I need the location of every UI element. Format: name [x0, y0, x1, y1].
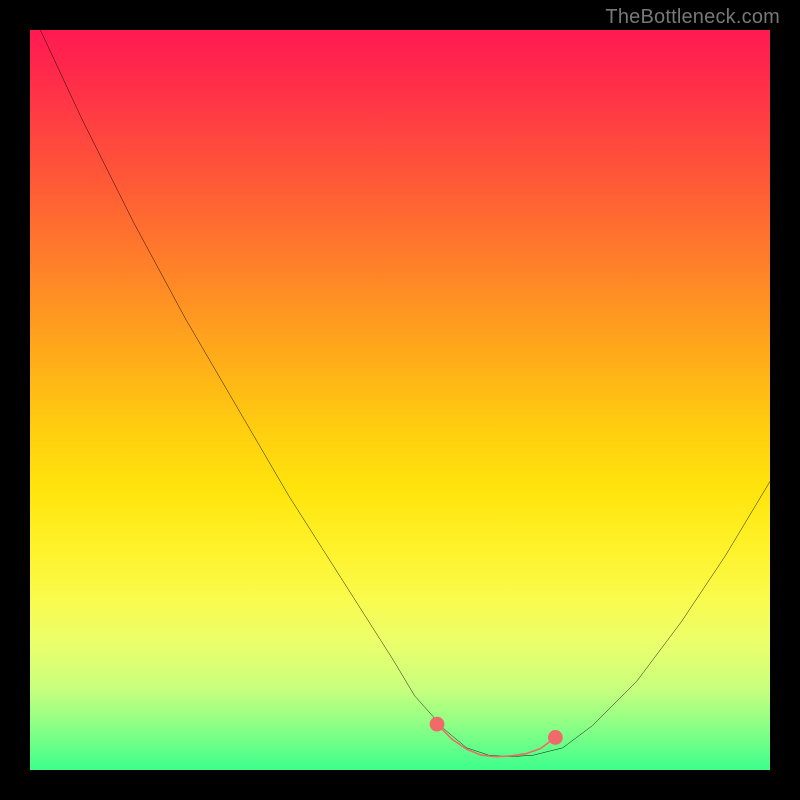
curve-black: [30, 30, 770, 757]
watermark-text: TheBottleneck.com: [605, 6, 780, 29]
highlight-endpoint-left: [430, 717, 445, 732]
chart-stage: TheBottleneck.com: [0, 0, 800, 800]
highlight-endpoint-right: [548, 730, 563, 745]
chart-svg: [30, 30, 770, 770]
plot-area: [30, 30, 770, 770]
curve-highlight: [437, 724, 555, 757]
